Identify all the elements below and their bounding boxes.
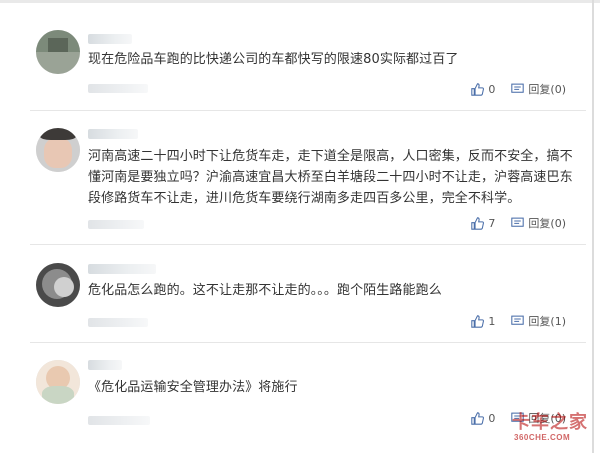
reply-button[interactable]: 回复(0) (511, 215, 566, 231)
username-redacted[interactable] (88, 360, 122, 370)
avatar[interactable] (36, 30, 80, 74)
comment-list: 现在危险品车跑的比快递公司的车都快写的限速80实际都过百了 0 回复(0) 河南… (0, 0, 600, 453)
site-watermark: 卡车之家 360CHE.COM (512, 408, 594, 450)
top-border (0, 0, 600, 3)
comment-text: 现在危险品车跑的比快递公司的车都快写的限速80实际都过百了 (88, 52, 459, 67)
scrollbar[interactable] (592, 0, 594, 453)
thumbs-up-icon (471, 216, 485, 230)
reply-label: 回复(0) (528, 83, 566, 96)
reply-button[interactable]: 回复(1) (511, 313, 566, 329)
username-redacted[interactable] (88, 129, 138, 139)
like-button[interactable]: 1 (471, 315, 495, 328)
like-button[interactable]: 0 (471, 83, 495, 96)
like-count: 0 (488, 411, 496, 425)
username-redacted[interactable] (88, 264, 156, 274)
comment-text: 危化品怎么跑的。这不让走那不让走的。。。跑个陌生路能跑么 (88, 283, 442, 298)
comment-actions: 0 回复(0) (471, 81, 566, 97)
comment-text: 河南高速二十四小时下让危货车走，走下道全是限高，人口密集，反而不安全，搞不懂河南… (88, 149, 573, 206)
reply-label: 回复(0) (528, 217, 566, 230)
divider (30, 342, 586, 343)
comment-text: 《危化品运输安全管理办法》将施行 (88, 380, 298, 395)
like-button[interactable]: 0 (471, 412, 495, 425)
thumbs-up-icon (471, 314, 485, 328)
comment-actions: 7 回复(0) (471, 215, 566, 231)
like-count: 0 (488, 82, 496, 96)
thumbs-up-icon (471, 411, 485, 425)
avatar[interactable] (36, 263, 80, 307)
like-count: 1 (488, 314, 496, 328)
like-count: 7 (488, 216, 496, 230)
comment-actions: 1 回复(1) (471, 313, 566, 329)
comment-icon (511, 83, 525, 95)
watermark-logo-text: 卡车之家 (512, 412, 588, 432)
comment-time-redacted (88, 220, 144, 229)
comment-time-redacted (88, 84, 148, 93)
comment-icon (511, 315, 525, 327)
divider (30, 110, 586, 111)
avatar[interactable] (36, 128, 80, 172)
reply-label: 回复(1) (528, 315, 566, 328)
watermark-domain: 360CHE.COM (514, 433, 571, 442)
reply-button[interactable]: 回复(0) (511, 81, 566, 97)
comment-time-redacted (88, 416, 150, 425)
thumbs-up-icon (471, 82, 485, 96)
like-button[interactable]: 7 (471, 217, 495, 230)
avatar[interactable] (36, 360, 80, 404)
username-redacted[interactable] (88, 34, 132, 44)
comment-time-redacted (88, 318, 148, 327)
divider (30, 244, 586, 245)
comment-icon (511, 217, 525, 229)
